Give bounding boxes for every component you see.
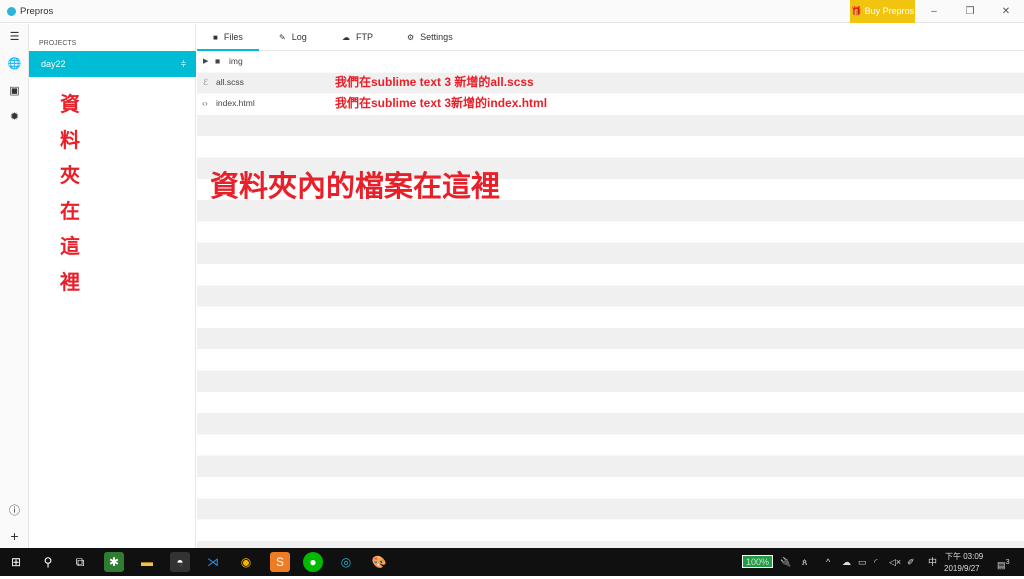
plug-icon: 🔌 bbox=[780, 557, 792, 567]
title-bar: Prepros 🎁 Buy Prepros – ❐ ✕ bbox=[0, 0, 1024, 23]
file-row-folder[interactable]: ▶ ■ img bbox=[197, 51, 1024, 72]
ime-indicator[interactable]: 中 bbox=[928, 548, 937, 576]
file-row-html[interactable]: ‹› index.html 我們在sublime text 3新增的index.ht… bbox=[197, 93, 1024, 114]
scss-file-icon: ℰ bbox=[203, 77, 209, 87]
folder-icon: ■ bbox=[215, 56, 221, 66]
app-title: Prepros bbox=[20, 6, 54, 17]
project-settings-icon[interactable]: ⫩ bbox=[181, 51, 186, 77]
project-item-day22[interactable]: day22 ⫩ bbox=[29, 51, 196, 77]
tab-bar: ■ Files ✎ Log ☁ FTP ⚙ Settings bbox=[197, 24, 1024, 51]
battery-indicator[interactable]: 100% bbox=[742, 555, 774, 568]
bug-icon[interactable]: ✹ bbox=[0, 110, 29, 123]
start-icon[interactable]: ⊞ bbox=[6, 552, 26, 572]
chevron-up-icon[interactable]: ^ bbox=[826, 548, 830, 576]
volume-muted-icon[interactable]: ◁× bbox=[889, 548, 901, 576]
add-project-icon[interactable]: + bbox=[0, 528, 29, 544]
search-icon[interactable]: ⚲ bbox=[38, 552, 58, 572]
tab-settings[interactable]: ⚙ Settings bbox=[407, 24, 453, 51]
expand-arrow-icon[interactable]: ▶ bbox=[203, 51, 208, 72]
chrome-icon[interactable]: ◉ bbox=[236, 552, 256, 572]
line-icon[interactable]: ● bbox=[303, 552, 323, 572]
close-button[interactable]: ✕ bbox=[988, 0, 1024, 23]
paint-icon[interactable]: 🎨 bbox=[369, 552, 389, 572]
gear-icon: ⚙ bbox=[407, 33, 415, 42]
projects-header: PROJECTS bbox=[39, 40, 77, 47]
info-icon[interactable]: ⓘ bbox=[0, 502, 29, 518]
sublime-icon[interactable]: S bbox=[270, 552, 290, 572]
projects-sidebar: PROJECTS day22 ⫩ bbox=[29, 24, 196, 548]
file-annotation: 我們在sublime text 3 新增的all.scss bbox=[335, 75, 534, 89]
buy-prepros-button[interactable]: 🎁 Buy Prepros bbox=[850, 0, 915, 23]
file-list: ▶ ■ img ℰall.scss 我們在sublime text 3 新增的all.… bbox=[197, 51, 1024, 548]
notification-icon[interactable]: ▤3 bbox=[997, 548, 1010, 576]
vscode-icon[interactable]: ⋊ bbox=[203, 552, 223, 572]
gift-icon: 🎁 bbox=[850, 6, 865, 16]
battery-icon[interactable]: ▭ bbox=[858, 548, 867, 576]
prepros-app-icon[interactable]: ◎ bbox=[336, 552, 356, 572]
clock-time[interactable]: 下午 03:09 bbox=[945, 551, 983, 562]
cloud-upload-icon: ☁ bbox=[342, 33, 350, 42]
task-view-icon[interactable]: ⧉ bbox=[70, 552, 90, 572]
pen-icon: ✎ bbox=[279, 33, 286, 42]
wifi-icon[interactable]: ◜ bbox=[874, 548, 878, 576]
code-file-icon: ‹› bbox=[202, 98, 208, 108]
prepros-taskbar-icon[interactable]: ◓ bbox=[170, 552, 190, 572]
windows-taskbar: ⊞ ⚲ ⧉ ✱ ▬ ◓ ⋊ ◉ S ● ◎ 🎨 100% 🔌 ጰ ^ ☁ ▭ ◜… bbox=[0, 548, 1024, 576]
file-row-scss[interactable]: ℰall.scss 我們在sublime text 3 新增的all.scss bbox=[197, 72, 1024, 93]
icon-rail: ☰ 🌐 ▣ ✹ ⓘ + bbox=[0, 24, 29, 548]
minimize-button[interactable]: – bbox=[916, 0, 952, 23]
file-annotation: 我們在sublime text 3新增的index.html bbox=[335, 96, 548, 110]
onedrive-icon[interactable]: ☁ bbox=[842, 548, 851, 576]
tab-log[interactable]: ✎ Log bbox=[279, 24, 307, 51]
people-icon[interactable]: ጰ bbox=[802, 548, 807, 576]
notification-count: 3 bbox=[1005, 557, 1010, 566]
folder-icon: ■ bbox=[213, 33, 218, 42]
pen-tray-icon[interactable]: ✐ bbox=[907, 548, 915, 576]
tab-ftp[interactable]: ☁ FTP bbox=[342, 24, 373, 51]
menu-icon[interactable]: ☰ bbox=[0, 30, 29, 43]
globe-icon[interactable]: 🌐 bbox=[0, 57, 29, 70]
file-explorer-icon[interactable]: ▬ bbox=[137, 552, 157, 572]
maximize-button[interactable]: ❐ bbox=[952, 0, 988, 23]
clock-date[interactable]: 2019/9/27 bbox=[944, 563, 980, 574]
main-annotation: 資料夾內的檔案在這裡 bbox=[210, 171, 501, 203]
prepros-logo-icon bbox=[7, 7, 16, 16]
app-icon-green[interactable]: ✱ bbox=[104, 552, 124, 572]
sidebar-annotation: 資料夾在這裡 bbox=[60, 94, 80, 294]
cast-icon[interactable]: ▣ bbox=[0, 84, 29, 97]
tab-files[interactable]: ■ Files bbox=[197, 24, 259, 51]
